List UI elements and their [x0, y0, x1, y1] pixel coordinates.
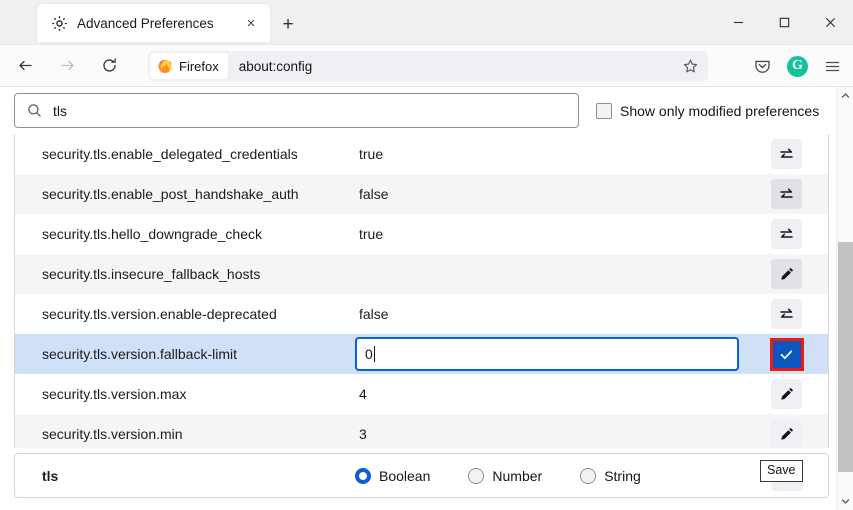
preference-name: security.tls.insecure_fallback_hosts [42, 266, 261, 282]
preference-value: true [359, 226, 384, 242]
star-icon[interactable] [676, 53, 704, 79]
preferences-table: security.tls.enable_delegated_credential… [14, 134, 829, 448]
scrollbar-thumb[interactable] [838, 242, 853, 472]
minimize-button[interactable] [715, 0, 761, 45]
add-preference-row: tls Boolean Number String + [14, 453, 829, 498]
table-row[interactable]: security.tls.insecure_fallback_hosts [15, 254, 828, 294]
preference-value: false [359, 306, 389, 322]
firefox-brand-chip: Firefox [150, 53, 228, 79]
brand-chip-label: Firefox [179, 58, 219, 74]
preference-value: false [359, 186, 389, 202]
navigation-toolbar: Firefox about:config G [0, 45, 853, 87]
row-action [745, 179, 828, 209]
preference-name: security.tls.version.enable-deprecated [42, 306, 277, 322]
radio-boolean-label: Boolean [379, 467, 431, 484]
search-row: tls Show only modified preferences [0, 87, 853, 134]
title-bar: Advanced Preferences × + [0, 0, 853, 45]
close-tab-icon[interactable]: × [240, 12, 262, 34]
row-action [745, 337, 828, 371]
row-action [745, 299, 828, 329]
row-action [745, 219, 828, 249]
preference-value: 4 [359, 386, 367, 402]
table-row[interactable]: security.tls.version.enable-deprecated f… [15, 294, 828, 334]
table-row-editing[interactable]: security.tls.version.fallback-limit 0 [15, 334, 828, 374]
table-row[interactable]: security.tls.version.max 4 [15, 374, 828, 414]
preference-name: security.tls.hello_downgrade_check [42, 226, 262, 242]
toggle-icon[interactable] [771, 299, 802, 329]
radio-string-dot[interactable] [580, 467, 597, 484]
table-row[interactable]: security.tls.hello_downgrade_check true [15, 214, 828, 254]
toggle-icon[interactable] [771, 139, 802, 169]
table-row[interactable]: security.tls.enable_delegated_credential… [15, 134, 828, 174]
checkbox-box[interactable] [596, 102, 612, 119]
row-action [745, 419, 828, 448]
radio-number-dot[interactable] [468, 467, 485, 484]
row-action [745, 379, 828, 409]
preference-name: security.tls.version.fallback-limit [42, 346, 238, 362]
address-bar[interactable]: Firefox about:config [148, 51, 708, 81]
new-tab-button[interactable]: + [275, 11, 301, 37]
edit-icon[interactable] [771, 259, 802, 289]
preference-name: security.tls.version.max [42, 386, 187, 402]
grammarly-icon[interactable]: G [781, 50, 814, 82]
row-action [745, 259, 828, 289]
radio-string[interactable]: String [580, 467, 641, 484]
search-input-value: tls [53, 102, 67, 119]
preference-value: 3 [359, 426, 367, 442]
scroll-down-icon[interactable] [837, 493, 853, 510]
back-button[interactable] [8, 50, 42, 82]
gear-icon [51, 15, 68, 32]
preference-value-input-text: 0 [365, 346, 373, 362]
radio-number[interactable]: Number [468, 467, 543, 484]
radio-boolean[interactable]: Boolean [355, 467, 431, 484]
tab-title: Advanced Preferences [77, 15, 214, 31]
text-caret [373, 346, 375, 362]
about-config-page: tls Show only modified preferences secur… [0, 87, 853, 510]
close-window-button[interactable] [807, 0, 853, 45]
search-input[interactable]: tls [14, 93, 579, 128]
radio-boolean-dot[interactable] [355, 467, 371, 484]
preference-type-radios: Boolean Number String [355, 467, 752, 484]
grammarly-badge: G [787, 55, 808, 77]
toggle-icon[interactable] [771, 219, 802, 249]
preference-value-input[interactable]: 0 [355, 337, 739, 371]
preference-name: security.tls.enable_post_handshake_auth [42, 186, 299, 202]
radio-string-label: String [604, 467, 641, 484]
window-controls [715, 0, 853, 45]
edit-icon[interactable] [771, 379, 802, 409]
browser-window: Advanced Preferences × + Firefox about:c… [0, 0, 853, 510]
table-row[interactable]: security.tls.version.min 3 [15, 414, 828, 448]
page-scrollbar[interactable] [836, 87, 853, 510]
url-text[interactable]: about:config [239, 59, 676, 74]
toggle-icon[interactable] [771, 179, 802, 209]
table-row[interactable]: security.tls.enable_post_handshake_auth … [15, 174, 828, 214]
forward-button[interactable] [50, 50, 84, 82]
pocket-icon[interactable] [746, 50, 779, 82]
preference-name: security.tls.version.min [42, 426, 183, 442]
show-only-modified-checkbox[interactable]: Show only modified preferences [596, 102, 820, 119]
save-tooltip: Save [760, 460, 803, 482]
row-action [745, 139, 828, 169]
preference-name: security.tls.enable_delegated_credential… [42, 146, 298, 162]
new-preference-name: tls [42, 467, 59, 484]
edit-icon[interactable] [771, 419, 802, 448]
maximize-button[interactable] [761, 0, 807, 45]
radio-number-label: Number [492, 467, 543, 484]
reload-button[interactable] [92, 50, 126, 82]
save-button[interactable] [769, 337, 804, 371]
browser-tab-advanced-preferences[interactable]: Advanced Preferences × [37, 4, 270, 42]
toolbar-actions: G [746, 50, 849, 82]
firefox-logo-icon [157, 58, 173, 74]
search-icon [25, 101, 44, 120]
preference-value: true [359, 146, 384, 162]
scroll-up-icon[interactable] [837, 87, 853, 104]
show-only-modified-label: Show only modified preferences [620, 102, 820, 119]
hamburger-menu-icon[interactable] [816, 50, 849, 82]
